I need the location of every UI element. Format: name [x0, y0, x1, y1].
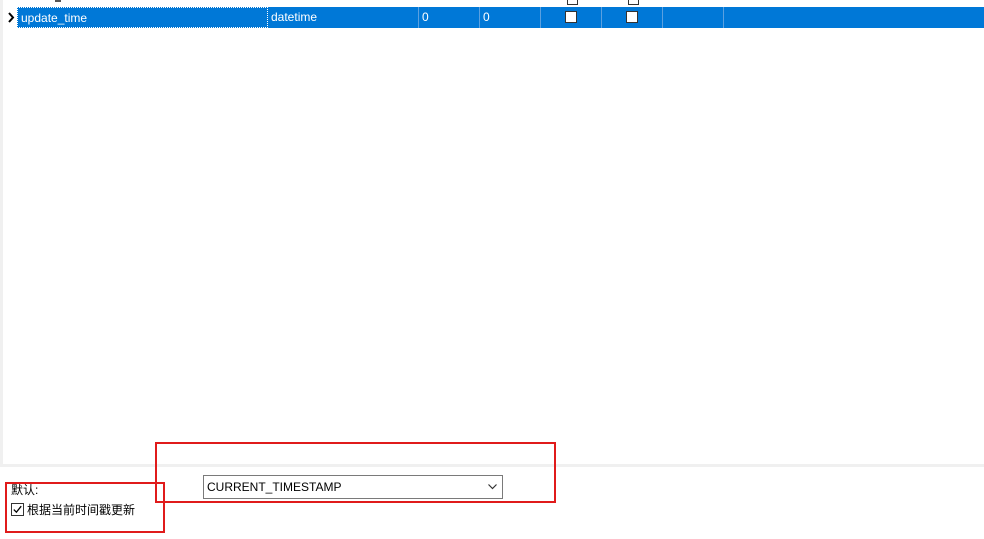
field-comment-cell[interactable] — [724, 7, 984, 28]
row-pointer-icon — [8, 12, 15, 23]
previous-row-virtual-checkbox[interactable] — [628, 0, 639, 5]
field-length-cell[interactable]: 0 — [419, 7, 480, 28]
field-key-cell[interactable] — [663, 7, 724, 28]
field-not-null-cell[interactable] — [541, 7, 602, 28]
previous-row-not-null-checkbox[interactable] — [567, 0, 578, 5]
table-row-selected[interactable]: update_time datetime 0 0 — [17, 7, 984, 28]
field-type-cell[interactable]: datetime — [268, 7, 419, 28]
not-null-checkbox[interactable] — [565, 11, 577, 23]
field-virtual-cell[interactable] — [602, 7, 663, 28]
field-decimals-cell[interactable]: 0 — [480, 7, 541, 28]
virtual-checkbox[interactable] — [626, 11, 638, 23]
annotation-box-default-value — [155, 442, 556, 503]
previous-row-partial — [3, 0, 984, 7]
fields-grid: update_time datetime 0 0 — [0, 0, 984, 464]
previous-row-text-fragment — [55, 0, 61, 2]
annotation-box-on-update — [5, 482, 165, 533]
field-name-cell[interactable]: update_time — [17, 7, 268, 28]
row-selector[interactable] — [6, 7, 17, 28]
